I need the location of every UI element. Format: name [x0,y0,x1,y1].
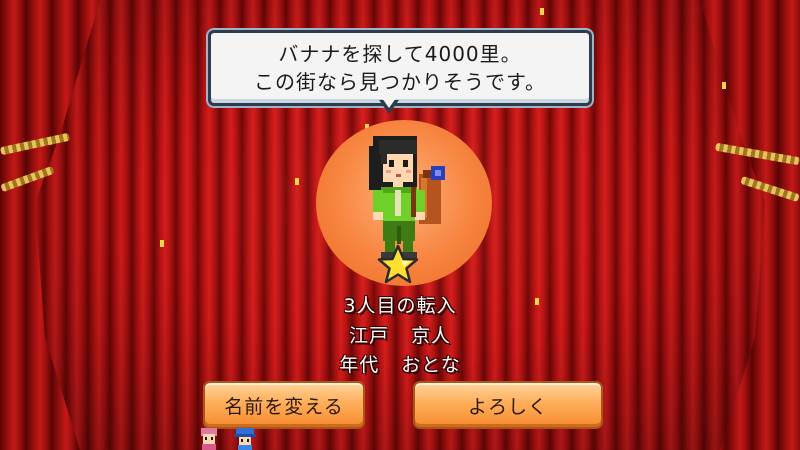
resident-blue-hat-icon [234,428,256,450]
speech-line-1: バナナを探して4000里。 [278,42,522,66]
confetti-sparkle [540,8,544,15]
resident-given-name: 京人 [411,325,452,347]
confetti-sparkle [160,240,164,247]
age-value: おとな [401,354,461,376]
confetti-sparkle [722,82,726,89]
speech-line-2: この街なら見つかりそうです。 [254,70,546,94]
rename-button[interactable]: 名前を変える [203,381,365,429]
resident-name: 江戸 京人 [250,321,550,348]
gold-star-icon [377,244,419,284]
arrival-order-text: 3人目の転入 [343,295,457,317]
speech-bubble-tail [379,98,399,114]
stage-curtain-right [700,0,800,450]
resident-family-name: 江戸 [348,325,389,347]
confirm-button[interactable]: よろしく [413,381,603,429]
age-label: 年代 [339,354,380,376]
resident-pink-hair-icon [201,428,217,450]
confetti-sparkle [295,178,299,185]
stage-curtain-left [0,0,100,450]
resident-age-row: 年代 おとな [250,350,550,377]
game-screen: バナナを探して4000里。 この街なら見つかりそうです。 3人目の転入 江戸 京… [0,0,800,450]
speech-bubble: バナナを探して4000里。 この街なら見つかりそうです。 [208,30,592,106]
